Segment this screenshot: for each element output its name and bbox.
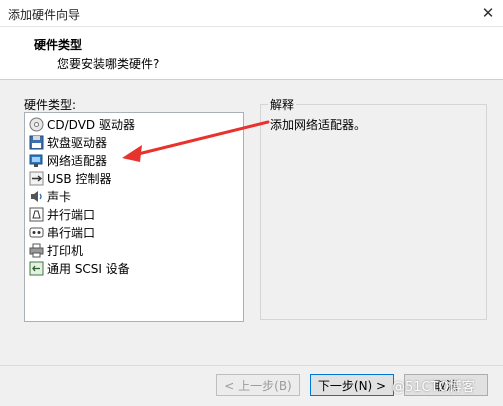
annotation-arrow bbox=[122, 120, 270, 162]
watermark: @51CTO博客 bbox=[392, 380, 475, 395]
